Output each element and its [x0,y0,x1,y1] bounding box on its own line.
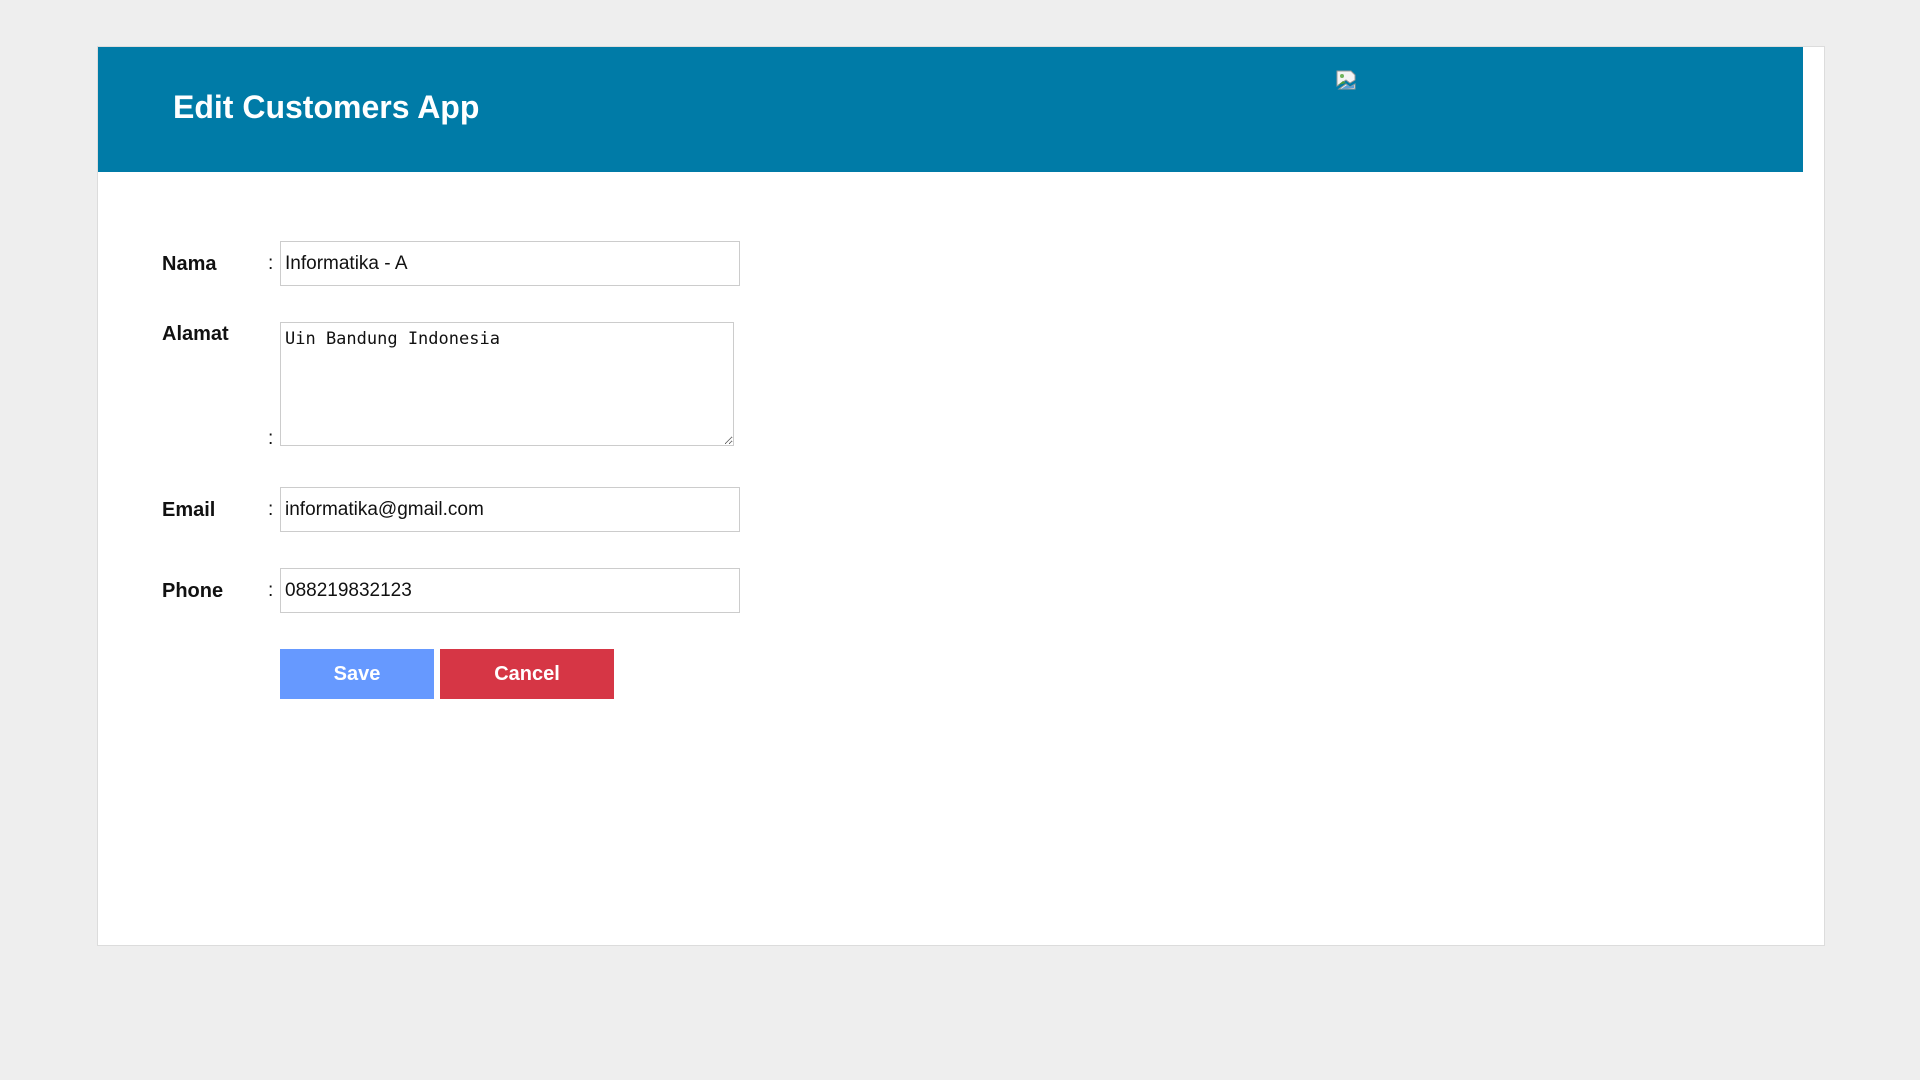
alamat-separator: : [268,428,274,449]
cancel-button[interactable]: Cancel [440,649,614,699]
phone-label: Phone [162,580,224,602]
alamat-label: Alamat [162,323,229,345]
app-card: Edit Customers App Nama : Alamat : Uin B… [97,46,1825,946]
email-input[interactable] [280,487,740,532]
save-button[interactable]: Save [280,649,434,699]
phone-input[interactable] [280,568,740,613]
nama-label: Nama [162,253,217,275]
nama-input[interactable] [280,241,740,286]
app-header: Edit Customers App [98,47,1803,172]
email-label: Email [162,499,216,521]
alamat-textarea[interactable]: Uin Bandung Indonesia [280,322,734,446]
email-separator: : [268,499,274,520]
page-title: Edit Customers App [173,89,480,125]
broken-image-icon [1336,70,1356,90]
phone-separator: : [268,580,274,601]
nama-separator: : [268,253,274,274]
